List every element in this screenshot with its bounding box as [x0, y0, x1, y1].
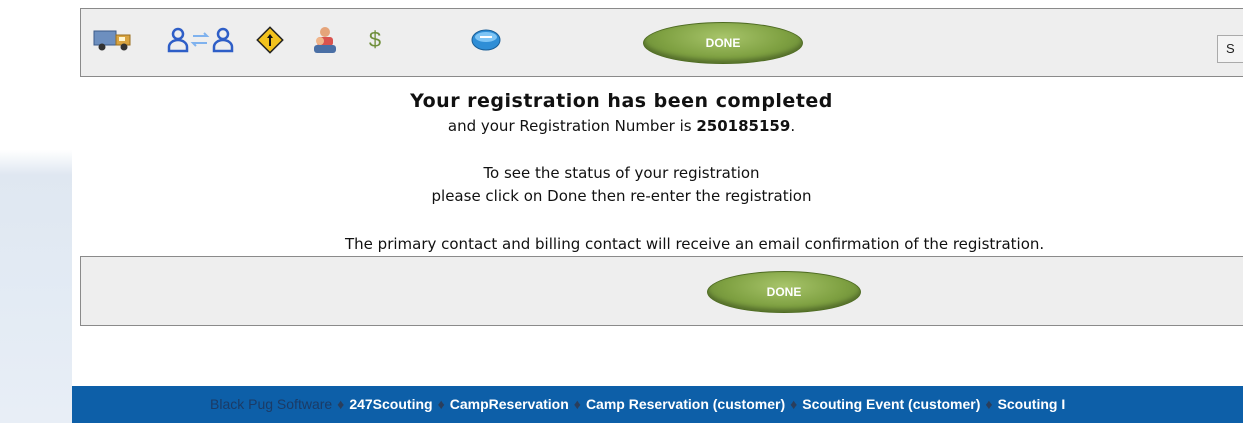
- status-line-2: please click on Done then re-enter the r…: [431, 187, 812, 205]
- left-gradient: [0, 0, 72, 423]
- road-sign-icon[interactable]: [255, 23, 285, 57]
- status-line-1: To see the status of your registration: [483, 164, 760, 182]
- reg-suffix: .: [790, 117, 796, 135]
- footer-link-camp-reservation-customer[interactable]: Camp Reservation (customer): [586, 396, 785, 412]
- footer-brand[interactable]: Black Pug Software: [210, 396, 332, 412]
- footer-separator: ♦: [790, 396, 798, 412]
- bottom-panel: DONE: [80, 256, 1243, 326]
- footer-links: Black Pug Software ♦ 247Scouting ♦ CampReser…: [210, 396, 1065, 412]
- chat-bubble-icon[interactable]: [469, 23, 503, 57]
- footer-separator: ♦: [985, 396, 993, 412]
- registration-number: 250185159: [696, 117, 791, 135]
- truck-icon[interactable]: [91, 23, 137, 57]
- footer-bar: Black Pug Software ♦ 247Scouting ♦ CampReser…: [72, 386, 1243, 423]
- footer-link-scouting[interactable]: Scouting I: [998, 396, 1066, 412]
- footer-link-scouting-event-customer[interactable]: Scouting Event (customer): [802, 396, 980, 412]
- email-notice: The primary contact and billing contact …: [345, 235, 1045, 253]
- transfer-users-icon[interactable]: [165, 23, 237, 57]
- dollar-icon[interactable]: $: [363, 23, 387, 57]
- side-button[interactable]: S: [1217, 35, 1243, 63]
- footer-separator: ♦: [573, 396, 581, 412]
- done-button-top-label: DONE: [705, 36, 741, 50]
- side-button-label: S: [1226, 41, 1235, 56]
- reg-prefix: and your Registration Number is: [447, 117, 697, 135]
- people-icon[interactable]: [310, 23, 340, 57]
- done-button-top[interactable]: DONE: [643, 22, 803, 64]
- top-toolbar: $ DONE: [80, 8, 1243, 77]
- footer-link-247scouting[interactable]: 247Scouting: [349, 396, 432, 412]
- footer-separator: ♦: [437, 396, 445, 412]
- completion-title: Your registration has been completed: [410, 90, 833, 112]
- dollar-glyph: $: [368, 27, 382, 52]
- done-button-bottom-label: DONE: [766, 285, 802, 299]
- registration-number-line: and your Registration Number is 25018515…: [0, 117, 1243, 135]
- footer-link-campreservation[interactable]: CampReservation: [450, 396, 569, 412]
- done-button-bottom[interactable]: DONE: [707, 271, 861, 313]
- footer-separator: ♦: [337, 396, 345, 412]
